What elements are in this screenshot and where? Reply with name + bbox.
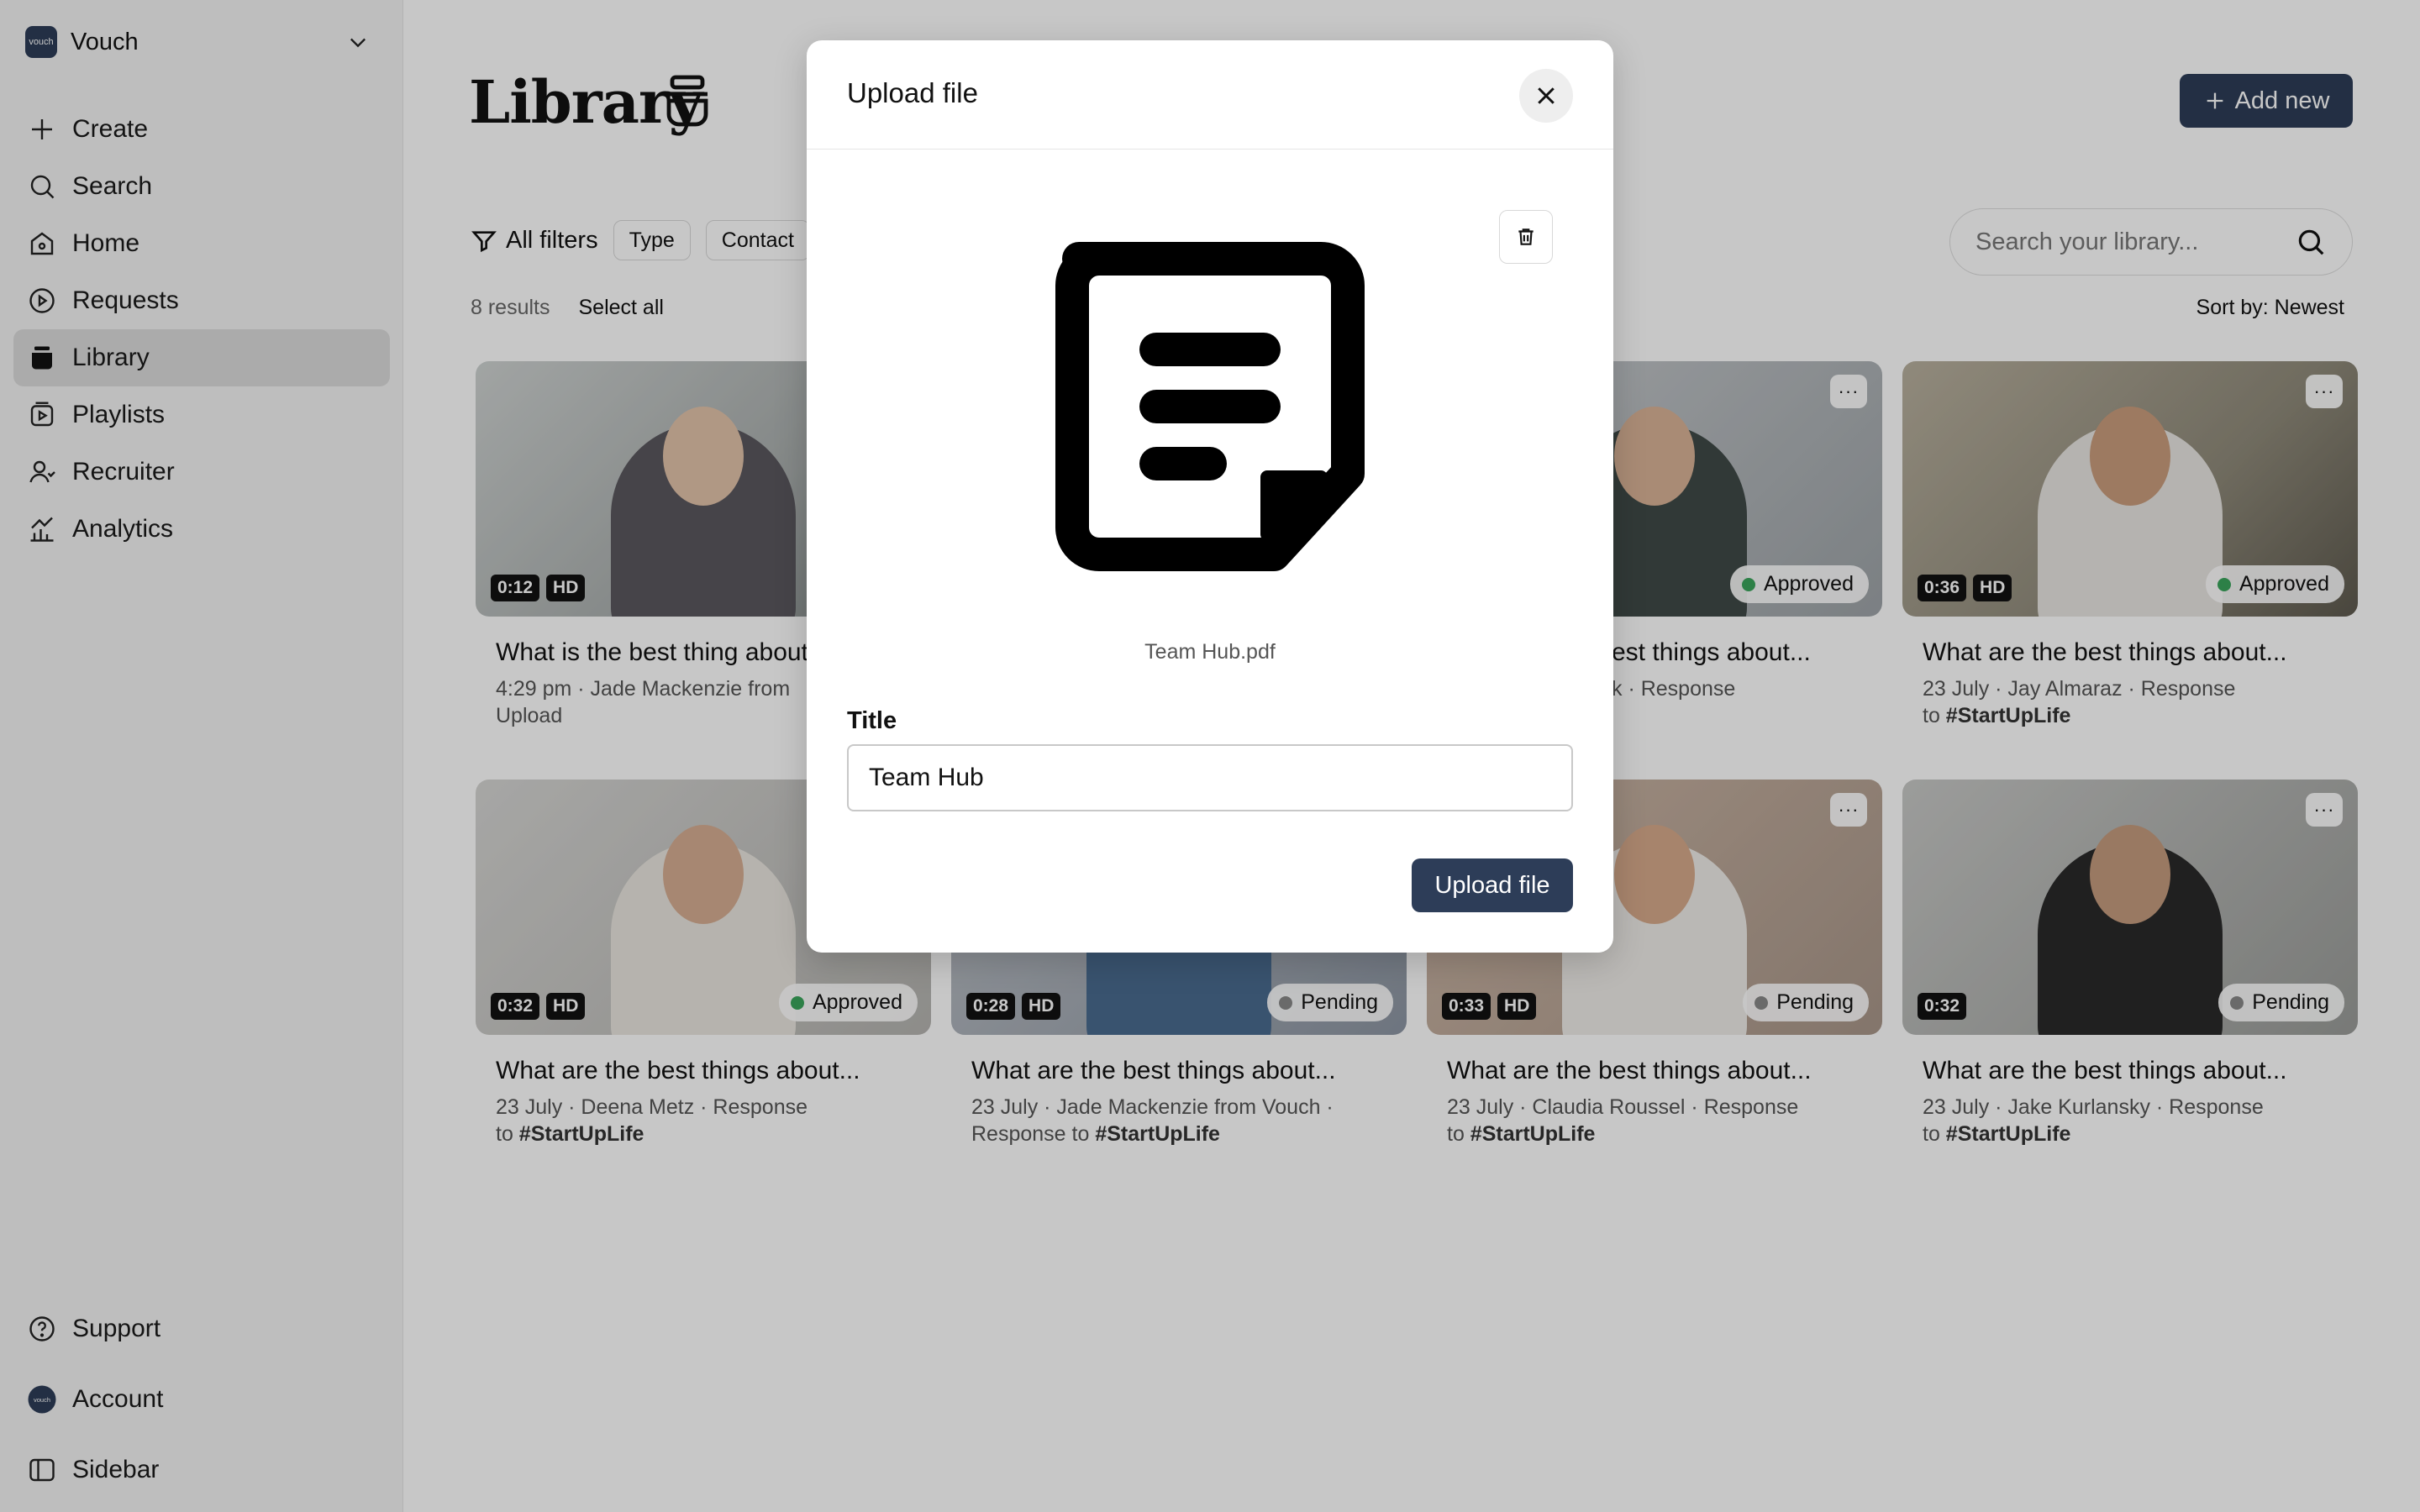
dialog-title: Upload file xyxy=(847,77,978,108)
trash-icon xyxy=(1518,228,1534,245)
title-field-label: Title xyxy=(847,707,897,734)
upload-file-dialog: Upload file Team Hub.pdf Title Upload fi… xyxy=(807,40,1613,953)
document-icon xyxy=(1055,242,1365,571)
close-icon xyxy=(1538,87,1555,104)
delete-file-button[interactable] xyxy=(1499,210,1553,264)
file-name: Team Hub.pdf xyxy=(1144,640,1276,664)
dialog-header: Upload file xyxy=(807,40,1613,150)
close-button[interactable] xyxy=(1519,69,1573,123)
title-input[interactable] xyxy=(847,744,1573,811)
upload-file-button[interactable]: Upload file xyxy=(1412,858,1573,912)
